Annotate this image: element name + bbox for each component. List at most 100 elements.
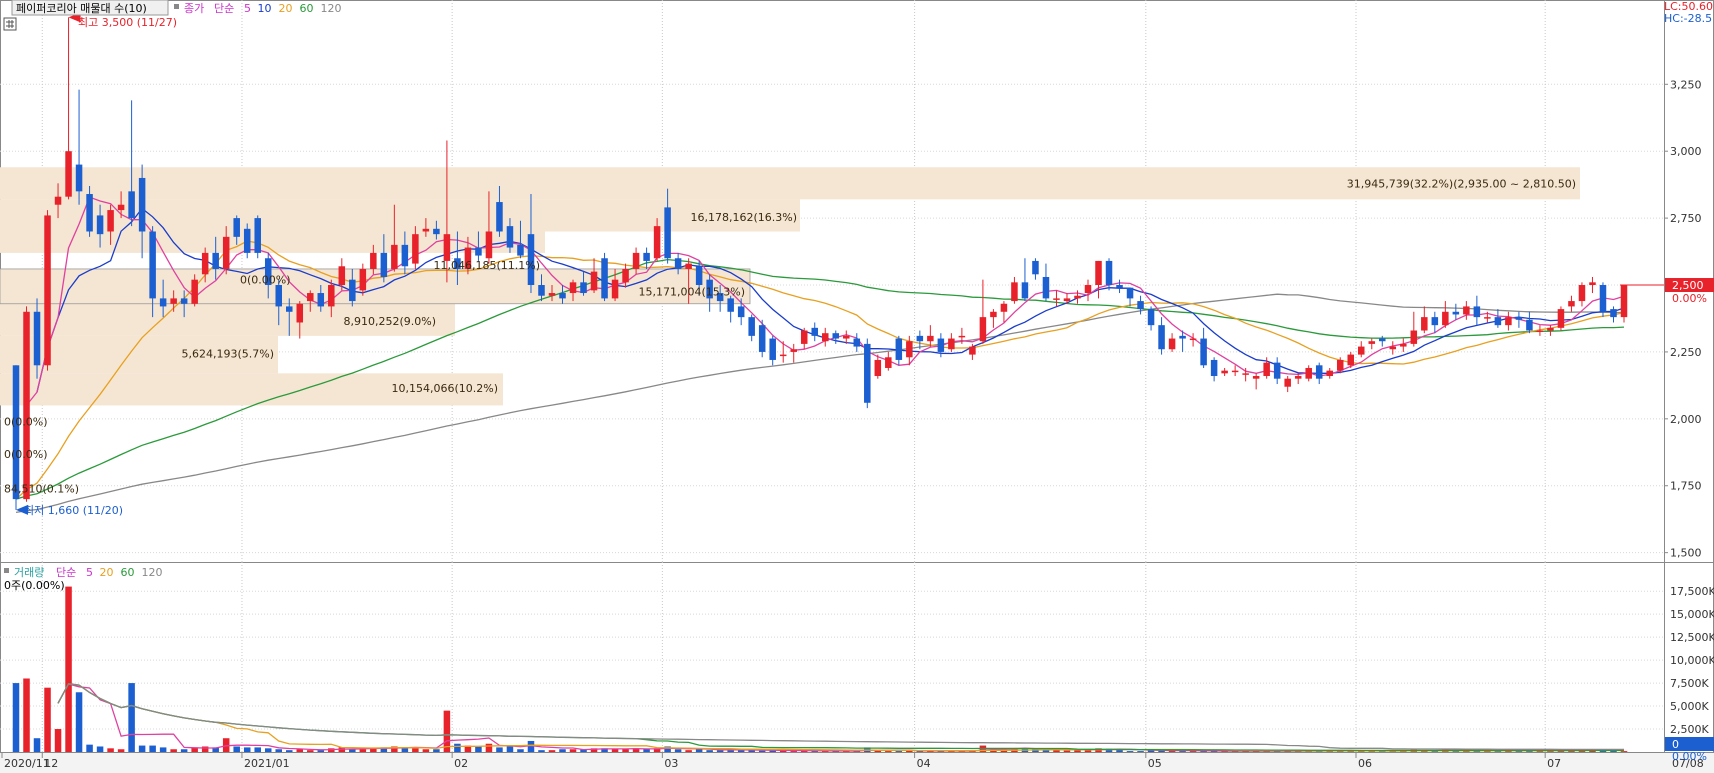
candle-body bbox=[1074, 295, 1081, 299]
candle-body bbox=[1000, 303, 1008, 312]
candle-body bbox=[895, 338, 903, 360]
stock-chart[interactable]: 31,945,739(32.2%)(2,935.00 ~ 2,810.50) 16… bbox=[0, 0, 1714, 773]
candle-body bbox=[1505, 317, 1512, 326]
candle-body bbox=[307, 293, 314, 302]
legend-item[interactable]: 단순 bbox=[214, 2, 234, 15]
volume-bar bbox=[475, 746, 482, 752]
candle-body bbox=[1284, 378, 1291, 387]
volume-bar bbox=[12, 683, 20, 752]
candle-body bbox=[1610, 309, 1617, 318]
candle-body bbox=[1589, 282, 1596, 286]
volume-profile-label: 0(0.00%) bbox=[240, 274, 291, 287]
volume-bar bbox=[674, 749, 682, 752]
candle-body bbox=[569, 282, 577, 294]
volume-legend-item[interactable]: 120 bbox=[142, 566, 163, 579]
volume-bar bbox=[1126, 751, 1134, 752]
x-tick-label: 05 bbox=[1148, 757, 1162, 770]
volume-bar bbox=[54, 729, 62, 752]
candle-body bbox=[359, 268, 367, 291]
candle-body bbox=[138, 177, 146, 232]
candle-body bbox=[1179, 335, 1186, 339]
volume-bar bbox=[885, 751, 892, 752]
current-volume-pct: 0.00% bbox=[1672, 750, 1707, 763]
candle-body bbox=[1021, 282, 1029, 299]
candle-body bbox=[1620, 285, 1628, 318]
volume-profile-label: 16,178,162(16.3%) bbox=[690, 211, 797, 224]
legend-item[interactable]: 5 bbox=[244, 2, 251, 15]
candle-body bbox=[191, 279, 198, 304]
volume-legend-item[interactable]: 거래량 bbox=[14, 566, 44, 579]
volume-bar bbox=[307, 750, 314, 752]
candle-body bbox=[33, 311, 41, 366]
price-tick-label: 3,000 bbox=[1670, 145, 1702, 158]
volume-profile-bar bbox=[0, 167, 1580, 200]
candle-body bbox=[1326, 370, 1333, 377]
candle-body bbox=[1095, 260, 1102, 286]
candle-body bbox=[201, 252, 209, 275]
candle-body bbox=[685, 263, 692, 269]
candle-body bbox=[1547, 327, 1554, 331]
candle-body bbox=[1200, 338, 1207, 366]
volume-bar bbox=[23, 678, 30, 752]
volume-bar bbox=[264, 748, 272, 752]
volume-bar bbox=[643, 749, 650, 752]
candle-body bbox=[180, 298, 188, 304]
candle-body bbox=[1011, 282, 1018, 302]
candle-body bbox=[790, 349, 797, 352]
candle-body bbox=[296, 303, 304, 323]
candle-body bbox=[1442, 311, 1449, 326]
volume-legend-item[interactable]: 5 bbox=[86, 566, 93, 579]
candle-body bbox=[695, 266, 703, 286]
volume-profile-bar bbox=[0, 199, 800, 232]
volume-legend-item[interactable]: 20 bbox=[100, 566, 114, 579]
candle-body bbox=[538, 285, 545, 296]
legend-item[interactable]: 20 bbox=[279, 2, 293, 15]
price-tick-label: 3,250 bbox=[1670, 78, 1702, 91]
candle-body bbox=[1568, 301, 1575, 307]
volume-bar bbox=[180, 749, 188, 752]
volume-tick-label: 5,000K bbox=[1670, 700, 1709, 713]
candle-body bbox=[1400, 343, 1407, 347]
bottom-legend: 거래량 단순 5 20 60 120 0주(0.00%) bbox=[4, 566, 163, 592]
volume-legend-item[interactable]: 단순 bbox=[56, 566, 76, 579]
candle-body bbox=[496, 202, 503, 232]
high-annotation: 최고 3,500 (11/27) bbox=[78, 16, 177, 29]
candle-body bbox=[843, 335, 850, 339]
x-tick-label: 12 bbox=[44, 757, 58, 770]
candle-body bbox=[117, 204, 125, 211]
candle-body bbox=[1431, 317, 1439, 326]
volume-bar bbox=[496, 747, 503, 752]
volume-bar bbox=[1137, 751, 1144, 752]
candle-body bbox=[758, 325, 766, 352]
candle-body bbox=[1273, 362, 1281, 379]
volume-bar bbox=[538, 750, 545, 752]
candle-body bbox=[737, 306, 745, 318]
volume-bar bbox=[33, 738, 41, 752]
candle-body bbox=[1368, 341, 1376, 344]
candle-body bbox=[916, 335, 924, 342]
grid-toggle-icon[interactable] bbox=[3, 17, 17, 31]
candle-body bbox=[1189, 338, 1197, 341]
volume-bar bbox=[117, 749, 125, 752]
volume-legend-item[interactable]: 60 bbox=[121, 566, 135, 579]
low-label: 최저 1,660 (11/20) bbox=[24, 504, 123, 517]
legend-item[interactable]: 120 bbox=[321, 2, 342, 15]
x-tick-label: 03 bbox=[664, 757, 678, 770]
candle-body bbox=[1126, 287, 1134, 299]
candle-body bbox=[821, 333, 829, 342]
price-tick-label: 2,750 bbox=[1670, 212, 1702, 225]
legend-item[interactable]: 10 bbox=[258, 2, 272, 15]
corner-info: LC:50.60 HC:-28.5 bbox=[1664, 0, 1713, 25]
candle-body bbox=[811, 327, 819, 336]
candle-body bbox=[853, 338, 861, 347]
volume-bar bbox=[706, 750, 713, 752]
candle-body bbox=[475, 247, 482, 256]
candle-body bbox=[1242, 373, 1249, 375]
volume-bar bbox=[422, 749, 430, 752]
legend-item[interactable]: 60 bbox=[300, 2, 314, 15]
candle-body bbox=[338, 266, 346, 286]
volume-profile-label: 31,945,739(32.2%)(2,935.00 ~ 2,810.50) bbox=[1347, 177, 1576, 190]
volume-bar bbox=[1063, 750, 1071, 752]
volume-bar bbox=[790, 751, 797, 752]
legend-item[interactable]: 종가 bbox=[184, 2, 204, 15]
